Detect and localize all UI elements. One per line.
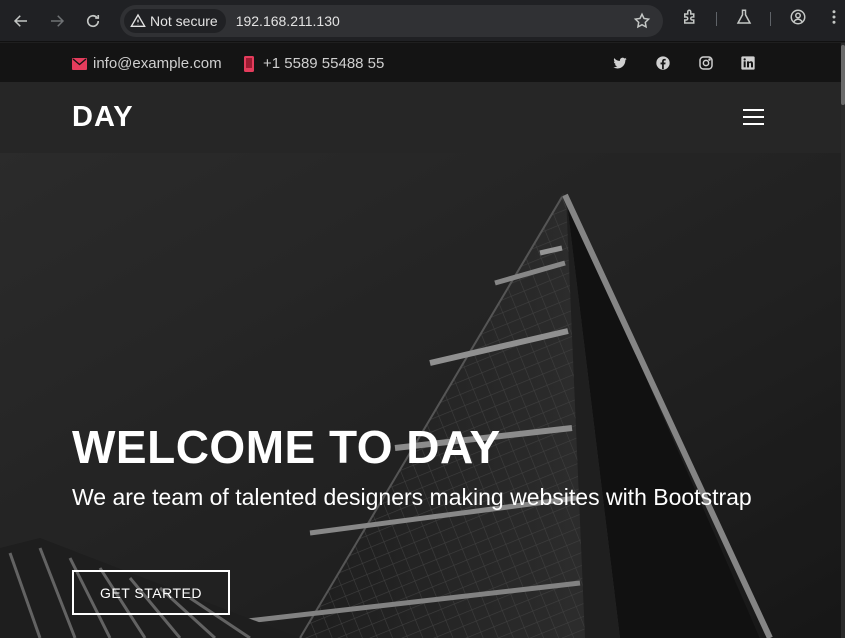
envelope-icon [72, 57, 87, 70]
top-contact-bar: info@example.com +1 5589 55488 55 [0, 43, 845, 83]
email-text[interactable]: info@example.com [93, 55, 222, 72]
facebook-icon[interactable] [655, 55, 671, 76]
webpage: info@example.com +1 5589 55488 55 DAY WE… [0, 43, 845, 638]
toolbar-divider [770, 12, 771, 26]
site-logo[interactable]: DAY [72, 101, 134, 134]
forward-button[interactable] [43, 7, 71, 35]
extensions-icon[interactable] [681, 8, 699, 31]
page-scrollbar[interactable] [841, 43, 845, 638]
scrollbar-thumb[interactable] [841, 45, 845, 105]
browser-menu-icon[interactable] [825, 8, 843, 31]
hero-title: WELCOME TO DAY [72, 421, 501, 473]
security-label: Not secure [150, 13, 218, 29]
hamburger-menu-icon[interactable] [743, 109, 765, 127]
phone-contact[interactable]: +1 5589 55488 55 [244, 55, 384, 72]
browser-toolbar: Not secure 192.168.211.130 [0, 0, 845, 42]
linkedin-icon[interactable] [740, 55, 756, 76]
toolbar-divider [716, 12, 717, 26]
get-started-button[interactable]: GET STARTED [72, 570, 230, 615]
url-text[interactable]: 192.168.211.130 [236, 13, 340, 29]
phone-icon [244, 55, 254, 72]
bookmark-star-icon[interactable] [633, 12, 651, 35]
back-button[interactable] [7, 7, 35, 35]
hero-subtitle: We are team of talented designers making… [72, 484, 752, 510]
phone-text[interactable]: +1 5589 55488 55 [263, 55, 384, 72]
hero-section: WELCOME TO DAY We are team of talented d… [0, 153, 845, 638]
security-indicator[interactable]: Not secure [124, 9, 226, 33]
reload-button[interactable] [79, 7, 107, 35]
twitter-icon[interactable] [612, 55, 628, 76]
email-contact[interactable]: info@example.com [72, 55, 222, 72]
site-header: DAY [0, 83, 845, 153]
hero-building-image [0, 153, 845, 638]
instagram-icon[interactable] [698, 55, 714, 76]
warning-icon [130, 13, 146, 27]
address-bar[interactable]: Not secure 192.168.211.130 [120, 5, 663, 37]
profile-icon[interactable] [789, 8, 807, 31]
labs-flask-icon[interactable] [735, 8, 753, 31]
